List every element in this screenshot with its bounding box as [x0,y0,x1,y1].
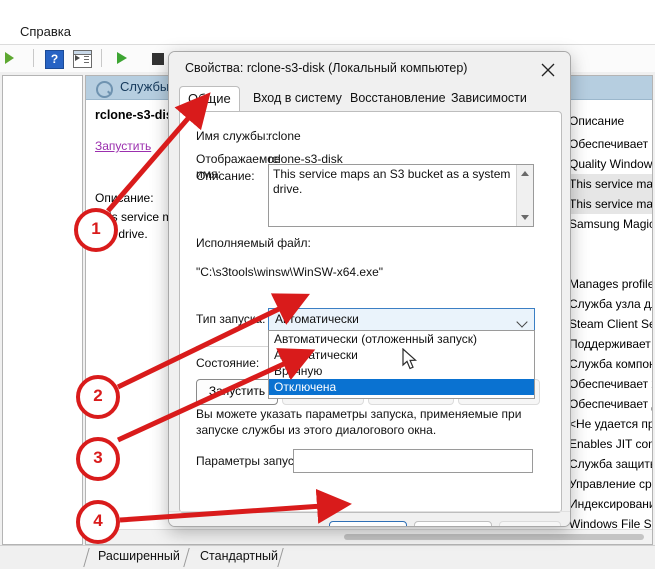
annotation-marker-2: 2 [76,375,120,419]
list-item[interactable]: Manages profiles [569,274,652,294]
list-item[interactable]: Обеспечивает д [569,394,652,414]
startup-type-value: Автоматически [275,312,359,326]
dropdown-option[interactable]: Отключена [269,379,534,395]
list-item[interactable]: Служба защиты [569,454,652,474]
list-item[interactable]: Индексировани [569,494,652,514]
description-label: Описание: [196,169,255,183]
menubar: Справка [0,22,655,45]
dialog-titlebar[interactable]: Свойства: rclone-s3-disk (Локальный комп… [169,52,570,86]
apply-button: Применить [499,521,561,526]
screenshot-root: Справка ? Службы rclone-s3-disk Запустит… [0,0,655,569]
chevron-down-icon[interactable] [516,316,528,328]
description-textarea[interactable]: This service maps an S3 bucket as a syst… [268,164,534,227]
dialog-body: Общие Вход в систему Восстановление Зави… [169,86,570,526]
dropdown-option[interactable]: Автоматически (отложенный запуск) [269,331,534,347]
detail-header-title: Службы [120,79,170,94]
service-description-label: Описание: [95,191,154,205]
list-item[interactable]: <Не удается про [569,414,652,434]
tab-recovery[interactable]: Восстановление [342,86,454,111]
service-name-value: rclone [268,129,301,143]
menu-item-help[interactable]: Справка [20,24,71,39]
annotation-marker-4: 4 [76,500,120,544]
tab-extended[interactable]: Расширенный [90,549,188,563]
tab-dependencies[interactable]: Зависимости [443,86,535,111]
startup-type-label: Тип запуска: [196,312,266,326]
close-icon[interactable] [526,52,570,86]
list-item[interactable]: This service map [569,194,652,214]
cancel-button[interactable]: Отмена [414,521,492,526]
list-item[interactable]: Steam Client Ser [569,314,652,334]
export-icon[interactable] [2,49,22,68]
list-item[interactable]: Служба компон [569,354,652,374]
state-label: Состояние: [196,356,260,370]
list-item[interactable]: This service map [569,174,652,194]
tab-general[interactable]: Общие [179,86,240,113]
startup-params-hint: Вы можете указать параметры запуска, при… [196,407,522,437]
properties-icon[interactable] [72,49,92,68]
annotation-marker-1: 1 [74,208,118,252]
list-item[interactable] [569,254,652,274]
services-icon [96,81,113,98]
list-item[interactable]: Поддерживает и [569,334,652,354]
annotation-marker-3: 3 [76,437,120,481]
service-properties-dialog: Свойства: rclone-s3-disk (Локальный комп… [168,51,571,527]
footer-separator [169,511,570,512]
list-item[interactable] [569,234,652,254]
description-value: This service maps an S3 bucket as a syst… [273,167,511,196]
column-header-description: Описание [569,114,625,128]
start-service-link[interactable]: Запустить [95,139,151,153]
toolbar-separator [33,49,34,67]
scroll-up-icon[interactable] [521,171,529,176]
scrollbar-thumb[interactable] [344,534,644,540]
scroll-down-icon[interactable] [521,215,529,220]
startup-params-field[interactable] [294,450,532,472]
list-item[interactable]: Enables JIT comp [569,434,652,454]
list-item[interactable]: Обеспечивает п [569,134,652,154]
help-icon[interactable]: ? [44,49,64,69]
exe-path-label: Исполняемый файл: [196,236,311,250]
view-tabstrip: Расширенный Стандартный [0,545,655,569]
list-item[interactable]: Обеспечивает х [569,374,652,394]
startup-type-combo[interactable]: Автоматически [268,308,535,332]
mouse-cursor [402,347,420,377]
tab-logon[interactable]: Вход в систему [245,86,350,111]
tab-standard[interactable]: Стандартный [192,549,286,563]
start-button[interactable]: Запустить [196,379,278,405]
toolbar-separator-2 [101,49,102,67]
service-name-label: Имя службы: [196,129,269,143]
service-list[interactable]: Обеспечивает п Quality Windows This servic… [569,134,652,544]
tab-divider [83,548,90,567]
list-item[interactable]: Служба узла для [569,294,652,314]
tree-pane[interactable] [2,75,83,545]
tab-panel-general: Имя службы: rclone Отображаемое имя: rcl… [179,111,562,513]
horizontal-scrollbar[interactable] [86,529,652,544]
start-service-icon[interactable] [112,49,132,68]
startup-params-input[interactable] [293,449,533,473]
ok-button[interactable]: OK [329,521,407,526]
list-item[interactable]: Samsung Magici [569,214,652,234]
description-scrollbar[interactable] [516,165,533,226]
stop-service-icon[interactable] [148,49,168,68]
list-item[interactable]: Quality Windows [569,154,652,174]
list-item[interactable]: Управление сре [569,474,652,494]
dialog-tabbar: Общие Вход в систему Восстановление Зави… [179,86,560,113]
exe-path-value: "C:\s3tools\winsw\WinSW-x64.exe" [196,265,384,279]
dialog-title: Свойства: rclone-s3-disk (Локальный комп… [185,61,468,75]
